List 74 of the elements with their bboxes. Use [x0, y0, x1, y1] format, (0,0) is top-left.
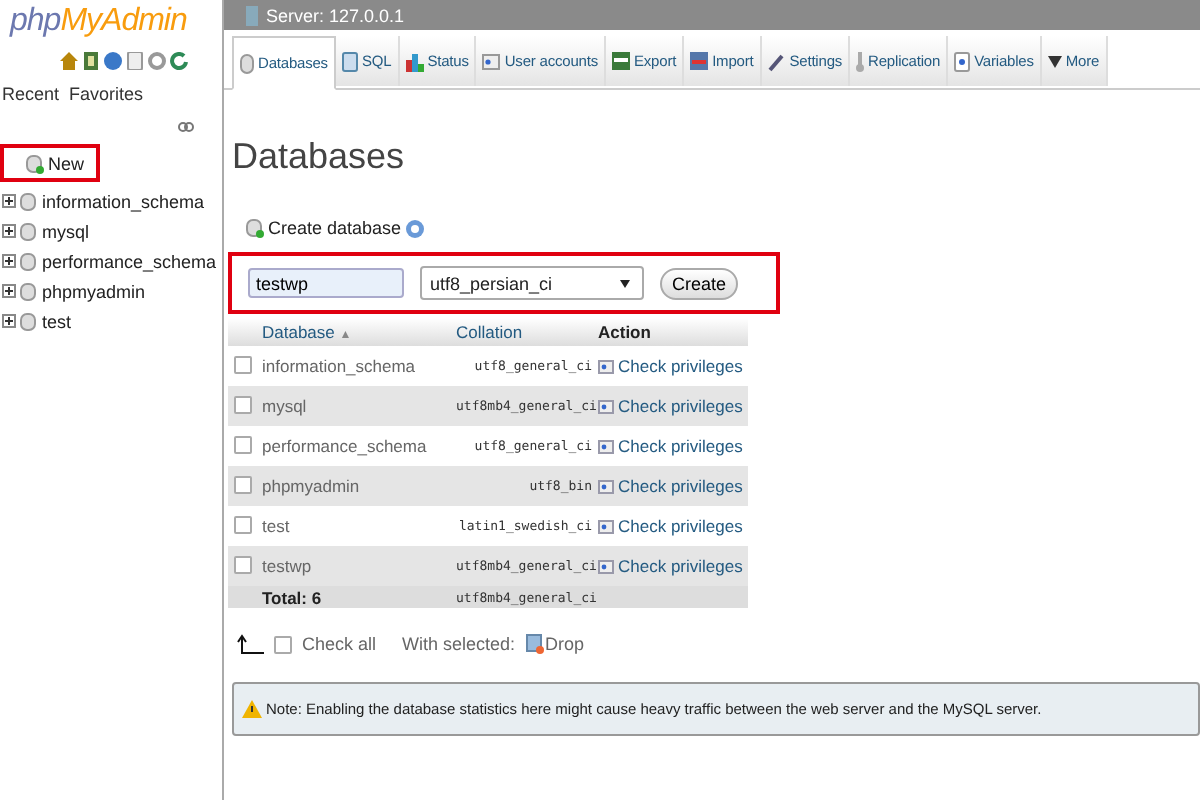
row-checkbox[interactable] — [234, 515, 252, 533]
database-link[interactable]: mysql — [262, 396, 307, 416]
with-selected-label: With selected: — [402, 634, 516, 654]
page-title: Databases — [232, 136, 407, 178]
column-header: Action — [598, 322, 651, 342]
database-icon — [26, 153, 44, 173]
sidebar-item[interactable]: information_schema — [42, 191, 205, 211]
sidebar-item[interactable]: performance_schema — [42, 251, 217, 271]
database-name-field[interactable]: testwp — [248, 268, 404, 298]
help-icon[interactable] — [104, 52, 122, 70]
arrow-icon — [236, 634, 264, 654]
row-checkbox[interactable] — [234, 555, 252, 573]
row-checkbox[interactable] — [234, 475, 252, 493]
database-icon — [246, 218, 264, 238]
privileges-icon — [598, 439, 614, 453]
check-privileges-link[interactable]: Check privileges — [618, 556, 743, 576]
sidebar-item[interactable]: mysql — [42, 221, 90, 241]
expander-icon[interactable] — [2, 284, 16, 298]
create-button[interactable]: Create — [660, 267, 739, 299]
check-privileges-link[interactable]: Check privileges — [618, 436, 743, 456]
expander-icon[interactable] — [2, 254, 16, 268]
privileges-icon — [598, 399, 614, 413]
privileges-icon — [598, 359, 614, 373]
reload-icon[interactable] — [170, 52, 188, 70]
database-icon — [240, 53, 254, 73]
link-icon[interactable] — [178, 122, 194, 132]
help-icon[interactable] — [405, 219, 424, 237]
expander-icon[interactable] — [2, 314, 16, 328]
document-icon[interactable] — [126, 52, 144, 70]
sidebar-tab[interactable]: Favorites — [67, 82, 146, 106]
row-checkbox[interactable] — [234, 355, 252, 373]
privileges-icon — [598, 479, 614, 493]
database-link[interactable]: phpmyadmin — [262, 476, 360, 496]
warning-icon — [242, 700, 262, 718]
home-icon[interactable] — [60, 52, 78, 70]
privileges-icon — [598, 559, 614, 573]
database-link[interactable]: test — [262, 516, 290, 536]
database-link[interactable]: performance_schema — [262, 436, 427, 456]
chart-icon — [405, 51, 424, 71]
sidebar-item[interactable]: New — [48, 153, 85, 173]
caret-icon — [1047, 55, 1062, 67]
row-checkbox[interactable] — [234, 435, 252, 453]
drop-button[interactable]: Drop — [525, 634, 585, 654]
sidebar-tab[interactable]: Recent — [0, 82, 62, 106]
check-all-label[interactable]: Check all — [302, 634, 377, 654]
check-privileges-link[interactable]: Check privileges — [618, 516, 743, 536]
import-icon — [690, 52, 709, 70]
dropdown-caret-icon — [620, 279, 630, 287]
collation-select[interactable]: utf8_persian_ci — [420, 266, 644, 300]
sidebar-item[interactable]: phpmyadmin — [42, 281, 146, 301]
check-privileges-link[interactable]: Check privileges — [618, 356, 743, 376]
logo[interactable]: phpMyAdmin — [10, 4, 187, 40]
drop-icon — [525, 634, 544, 654]
database-link[interactable]: testwp — [262, 556, 312, 576]
total-count: Total: 6 — [262, 587, 322, 607]
column-header[interactable]: Database — [262, 322, 335, 342]
users-icon — [482, 53, 501, 69]
sidebar-item[interactable]: test — [42, 311, 72, 331]
server-icon — [244, 5, 260, 25]
check-privileges-link[interactable]: Check privileges — [618, 476, 743, 496]
row-checkbox[interactable] — [234, 395, 252, 413]
document-icon — [341, 51, 358, 71]
column-header[interactable]: Collation — [456, 322, 523, 342]
export-icon — [612, 52, 630, 70]
variables-icon — [954, 51, 971, 71]
database-link[interactable]: information_schema — [262, 356, 416, 376]
check-all-checkbox[interactable] — [274, 635, 292, 653]
expander-icon[interactable] — [2, 194, 16, 208]
server-title[interactable]: Server: 127.0.0.1 — [266, 5, 405, 25]
check-privileges-link[interactable]: Check privileges — [618, 396, 743, 416]
create-database-label: Create database — [268, 218, 402, 238]
expander-icon[interactable] — [2, 224, 16, 238]
privileges-icon — [598, 519, 614, 533]
exit-icon[interactable] — [82, 52, 100, 70]
